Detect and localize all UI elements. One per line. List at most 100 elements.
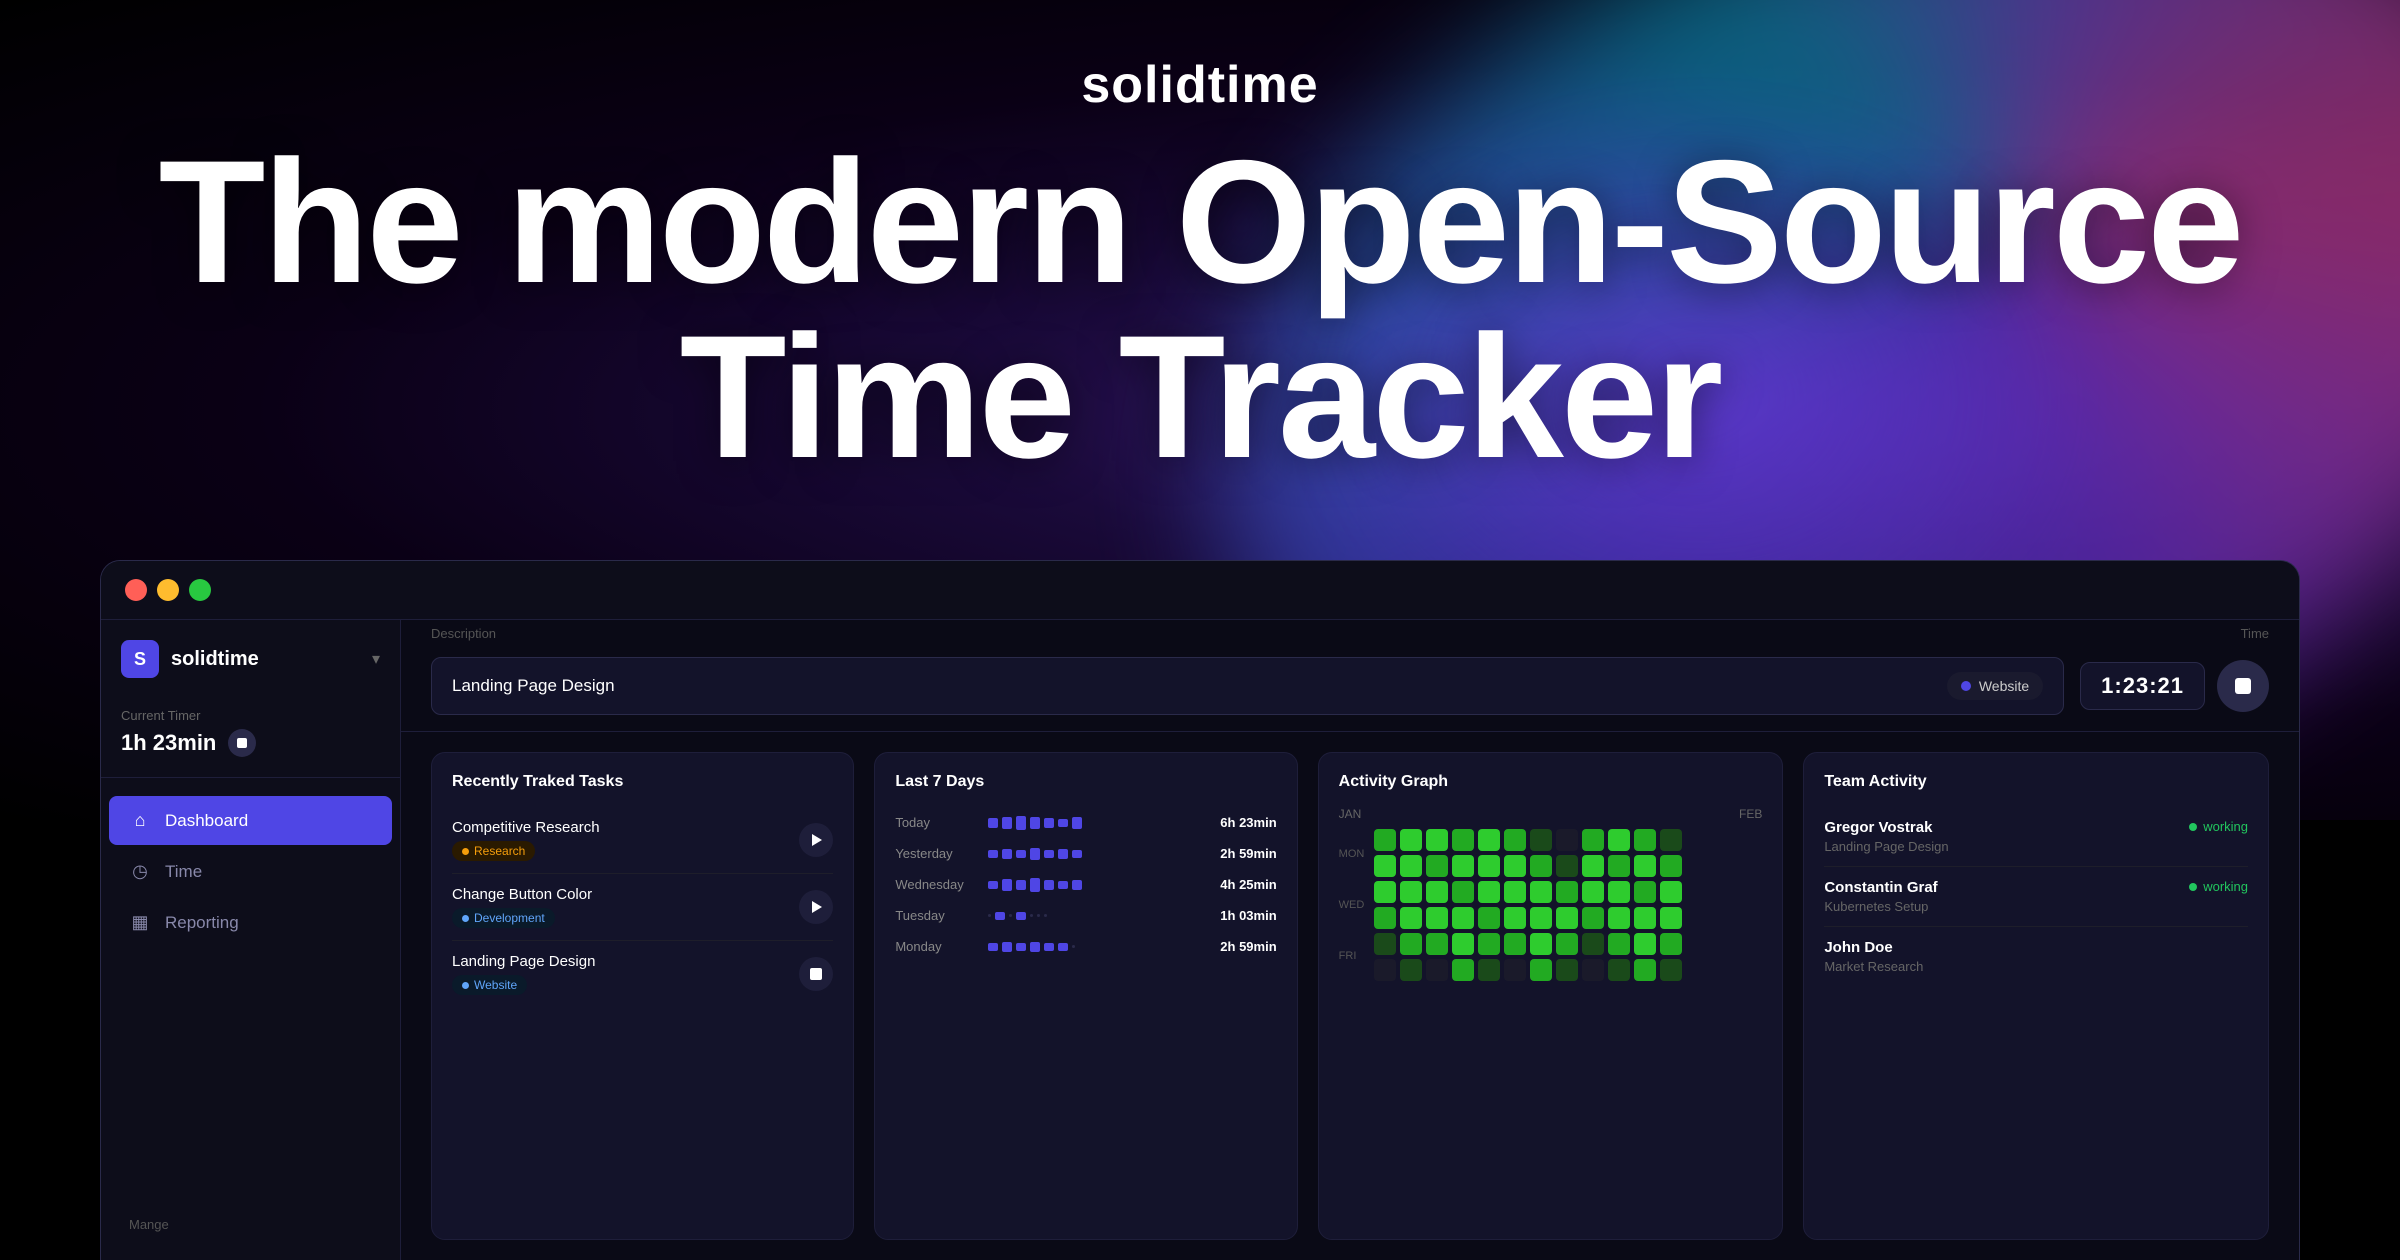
activity-cell [1478, 959, 1500, 981]
task-play-button[interactable] [799, 890, 833, 924]
day-duration: 1h 03min [1207, 908, 1277, 923]
project-name: Website [1979, 678, 2029, 694]
member-task: Market Research [1824, 959, 2248, 974]
activity-cell [1374, 855, 1396, 877]
timer-labels: Description Time [401, 620, 2299, 641]
activity-cell [1608, 907, 1630, 929]
day-label: Tuesday [895, 908, 975, 923]
time-icon: ◷ [129, 861, 151, 882]
sidebar-item-reporting[interactable]: ▦ Reporting [109, 898, 392, 947]
task-name: Competitive Research [452, 819, 600, 836]
timer-bar: Landing Page Design Website 1:23:21 [401, 641, 2299, 732]
activity-cell [1504, 907, 1526, 929]
activity-cell [1582, 829, 1604, 851]
activity-cell [1452, 959, 1474, 981]
activity-cell [1660, 881, 1682, 903]
bar-empty-dot [1009, 914, 1012, 917]
activity-cell [1426, 855, 1448, 877]
chevron-down-icon: ▾ [372, 649, 380, 669]
day-duration: 2h 59min [1207, 939, 1277, 954]
bar-empty-dot [1072, 945, 1075, 948]
current-timer-value: 1h 23min [121, 730, 216, 756]
activity-cell [1530, 959, 1552, 981]
activity-column [1400, 829, 1422, 981]
activity-cell [1426, 881, 1448, 903]
timer-description-input[interactable]: Landing Page Design [452, 676, 615, 696]
activity-cell [1374, 933, 1396, 955]
reporting-icon: ▦ [129, 912, 151, 933]
status-dot [2189, 823, 2197, 831]
bar-segment [1030, 817, 1040, 829]
activity-cell [1400, 933, 1422, 955]
bar-segment [1016, 850, 1026, 858]
team-member: John DoeMarket Research [1824, 927, 2248, 986]
activity-column [1374, 829, 1396, 981]
bar-segment [1044, 818, 1054, 828]
activity-cell [1582, 933, 1604, 955]
member-name: Gregor Vostrak [1824, 819, 2189, 836]
tag-color-dot [462, 915, 469, 922]
activity-cell [1504, 881, 1526, 903]
activity-cell [1452, 933, 1474, 955]
sidebar: S solidtime ▾ Current Timer 1h 23min ⌂ D… [101, 620, 401, 1260]
activity-cell [1634, 933, 1656, 955]
bar-segment [995, 912, 1005, 920]
timer-stop-button[interactable] [2217, 660, 2269, 712]
sidebar-brand[interactable]: S solidtime ▾ [101, 640, 400, 698]
day-bar [987, 816, 1194, 830]
bar-empty-dot [988, 914, 991, 917]
member-task: Landing Page Design [1824, 839, 2189, 854]
sidebar-logo: S [121, 640, 159, 678]
sidebar-item-time[interactable]: ◷ Time [109, 847, 392, 896]
activity-cell [1530, 829, 1552, 851]
traffic-light-green[interactable] [189, 579, 211, 601]
activity-column [1556, 829, 1578, 981]
brand-name: solidtime [0, 55, 2400, 115]
sidebar-item-dashboard[interactable]: ⌂ Dashboard [109, 796, 392, 845]
activity-cell [1478, 829, 1500, 851]
activity-cell [1634, 959, 1656, 981]
bar-segment [1058, 881, 1068, 889]
activity-cell [1608, 959, 1630, 981]
bar-segment [988, 881, 998, 889]
project-badge[interactable]: Website [1947, 672, 2043, 700]
bar-segment [1058, 849, 1068, 859]
activity-cell [1452, 855, 1474, 877]
row-label-fri: FRI [1339, 950, 1365, 962]
task-item: Landing Page Design Website [452, 941, 833, 1007]
timer-controls: 1:23:21 [2080, 660, 2269, 712]
activity-cell [1556, 881, 1578, 903]
bar-segment [1058, 819, 1068, 827]
traffic-light-yellow[interactable] [157, 579, 179, 601]
activity-cell [1400, 881, 1422, 903]
activity-column [1634, 829, 1656, 981]
timer-input-wrap[interactable]: Landing Page Design Website [431, 657, 2064, 715]
activity-cell [1608, 855, 1630, 877]
activity-cell [1556, 829, 1578, 851]
recently-tracked-title: Recently Traked Tasks [452, 773, 833, 791]
task-tag: Website [452, 975, 527, 995]
activity-cell [1660, 855, 1682, 877]
sidebar-nav: ⌂ Dashboard ◷ Time ▦ Reporting [101, 778, 400, 1209]
activity-cell [1374, 959, 1396, 981]
activity-cell [1478, 933, 1500, 955]
bar-segment [1058, 943, 1068, 951]
bar-segment [1002, 849, 1012, 859]
sidebar-stop-button[interactable] [228, 729, 256, 757]
task-play-button[interactable] [799, 823, 833, 857]
dashboard-icon: ⌂ [129, 810, 151, 831]
activity-cell [1660, 933, 1682, 955]
task-tag: Research [452, 841, 535, 861]
task-stop-button[interactable] [799, 957, 833, 991]
task-name: Landing Page Design [452, 953, 595, 970]
bar-segment [1030, 878, 1040, 892]
traffic-light-red[interactable] [125, 579, 147, 601]
activity-cell [1634, 907, 1656, 929]
activity-cell [1556, 959, 1578, 981]
activity-cell [1478, 881, 1500, 903]
activity-column [1452, 829, 1474, 981]
task-item: Competitive Research Research [452, 807, 833, 874]
day-duration: 4h 25min [1207, 877, 1277, 892]
bar-empty-dot [1030, 914, 1033, 917]
app-body: S solidtime ▾ Current Timer 1h 23min ⌂ D… [101, 620, 2299, 1260]
